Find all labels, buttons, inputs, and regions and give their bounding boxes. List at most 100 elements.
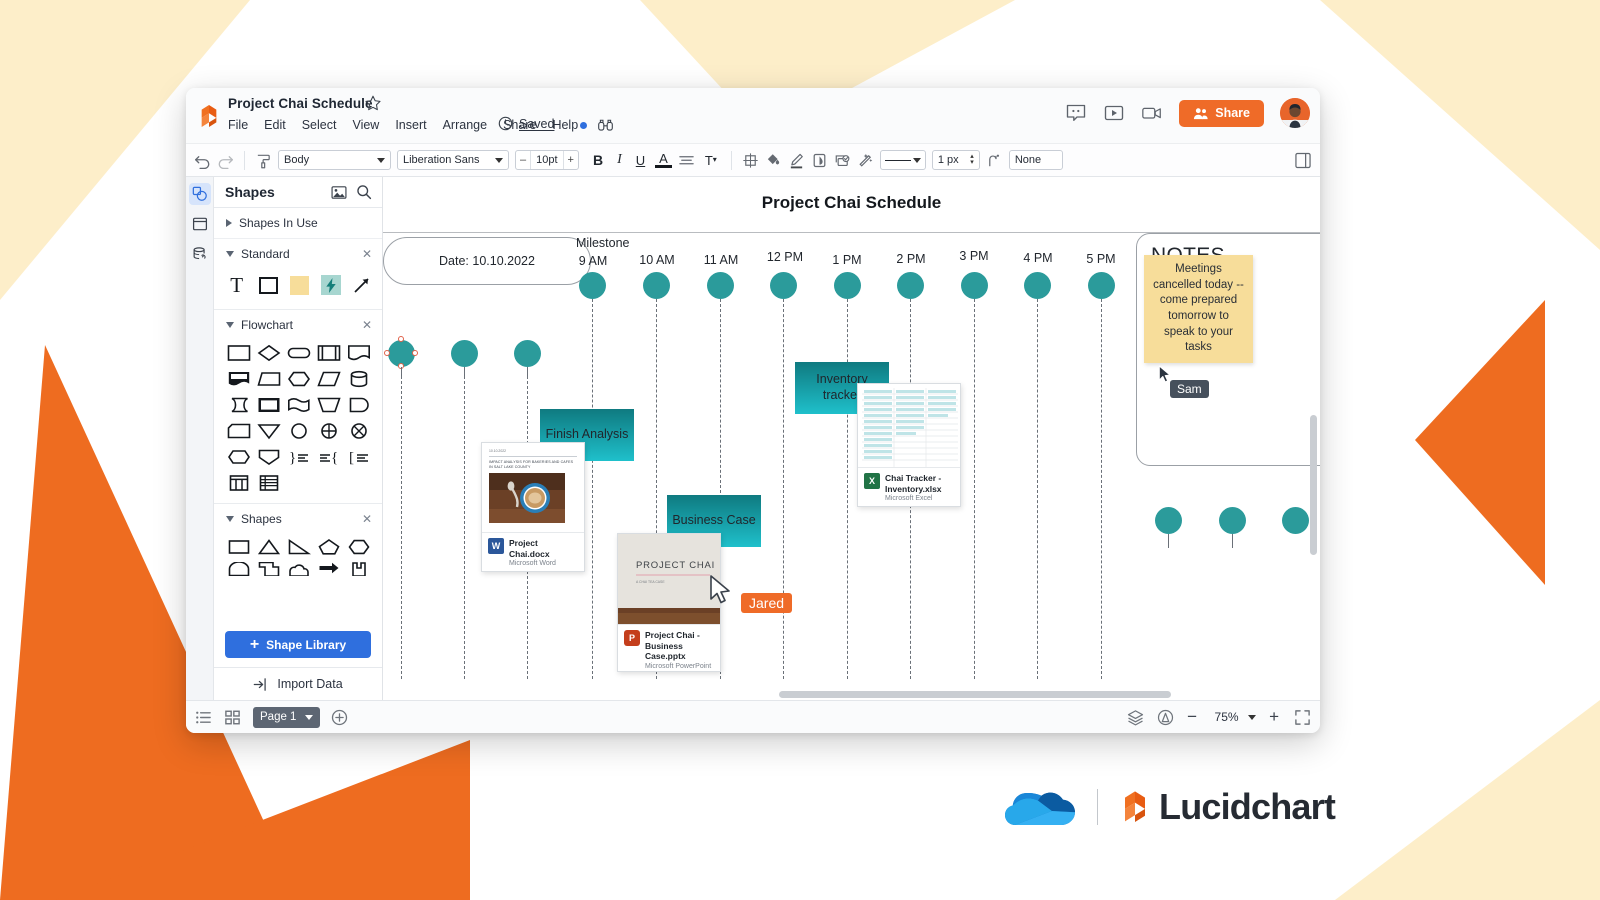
flowchart-brace-right-shape[interactable]: } [285,446,313,468]
basic-cross-shape[interactable] [255,562,283,576]
font-size-value[interactable]: 10pt [531,154,562,166]
flowchart-decision-shape[interactable] [255,342,283,364]
zoom-level[interactable]: 75% [1210,710,1243,724]
arrow-end-select[interactable]: None [1008,150,1063,170]
basic-pentagon-shape[interactable] [315,536,343,558]
text-options-button[interactable]: T▾ [701,153,721,168]
shape-sticky-note[interactable] [289,273,310,297]
menu-edit[interactable]: Edit [264,116,294,134]
shapes-panel-scroll[interactable]: Shapes In Use Standard ✕ T Flowchart ✕}… [214,208,382,624]
image-icon[interactable] [331,185,347,200]
shapes-rail-button[interactable] [188,183,211,205]
flowchart-parallelogram-shape[interactable] [315,368,343,390]
format-painter-icon[interactable] [255,152,272,169]
share-button[interactable]: Share [1179,99,1264,127]
flowchart-bracket-shape[interactable]: [ [345,446,373,468]
section-shapes-in-use[interactable]: Shapes In Use [214,208,382,239]
flowchart-summing-junction-shape[interactable] [315,420,343,442]
basic-hexagon-shape[interactable] [345,536,373,558]
timeline-node-10am[interactable] [643,272,670,299]
flowchart-wave-shape[interactable] [285,394,313,416]
right-panel-icon[interactable] [1295,152,1311,169]
menu-file[interactable]: File [228,116,256,134]
zoom-in-button[interactable]: + [1269,707,1279,727]
flowchart-internal-storage-shape[interactable] [255,394,283,416]
file-card-project-chai-docx[interactable]: 10.10.2022 IMPACT ANALYSIS FOR BAKERIES … [481,442,585,572]
close-section-icon[interactable]: ✕ [362,319,372,331]
timeline-node-lower-2[interactable] [1219,507,1246,534]
diagram-title[interactable]: Project Chai Schedule [383,193,1320,213]
date-pill[interactable]: Date: 10.10.2022 [383,237,591,285]
fullscreen-icon[interactable] [1294,709,1311,726]
font-size-decrease[interactable]: – [516,154,530,166]
templates-rail-button[interactable] [189,213,211,235]
search-icon[interactable] [356,184,372,200]
timeline-node-3pm[interactable] [961,272,988,299]
timeline-node-5pm[interactable] [1088,272,1115,299]
flowchart-document-shape[interactable] [345,342,373,364]
text-color-button[interactable]: A [655,152,672,168]
magic-wand-icon[interactable] [857,152,874,169]
page-tab[interactable]: Page 1 [253,706,321,728]
layers-icon[interactable] [1127,709,1144,726]
flowchart-process-shape[interactable] [225,342,253,364]
section-standard[interactable]: Standard ✕ [214,239,382,263]
bold-button[interactable]: B [589,152,607,168]
shape-text[interactable]: T [226,273,247,297]
basic-notched-shape[interactable] [345,562,373,576]
timeline-node-row2-2[interactable] [451,340,478,367]
user-avatar[interactable] [1280,98,1310,128]
shape-rectangle[interactable] [257,273,278,297]
resize-handle-top[interactable] [398,336,404,342]
import-data-button[interactable]: Import Data [214,667,382,700]
flowchart-predefined-process-shape[interactable] [315,342,343,364]
outline-list-icon[interactable] [195,709,212,726]
underline-button[interactable]: U [632,153,649,168]
zoom-dropdown-icon[interactable] [1248,714,1257,720]
timeline-node-4pm[interactable] [1024,272,1051,299]
binoculars-icon[interactable] [597,118,614,132]
flowchart-delay-shape[interactable] [345,394,373,416]
flowchart-or-shape[interactable] [345,420,373,442]
flowchart-extract-shape[interactable] [255,446,283,468]
chevron-down-icon[interactable] [305,714,314,720]
basic-cloud-shape[interactable] [285,562,313,576]
shadow-icon[interactable] [811,152,828,169]
font-size-increase[interactable]: + [564,154,578,166]
canvas-area[interactable]: Project Chai Schedule Date: 10.10.2022 M… [383,177,1320,700]
close-section-icon[interactable]: ✕ [362,248,372,260]
undo-icon[interactable] [194,152,211,169]
flowchart-document-filled-shape[interactable] [225,368,253,390]
basic-right-triangle-shape[interactable] [285,536,313,558]
flowchart-manual-operation-shape[interactable] [315,394,343,416]
section-shapes[interactable]: Shapes ✕ [214,504,382,527]
flowchart-stored-data-shape[interactable] [225,394,253,416]
fill-bucket-icon[interactable] [765,152,782,169]
line-jump-icon[interactable] [986,152,1003,169]
flowchart-circle-shape[interactable] [285,420,313,442]
document-title[interactable]: Project Chai Schedule [228,96,373,111]
timeline-node-lower-1[interactable] [1155,507,1182,534]
italic-button[interactable]: I [613,152,626,168]
close-section-icon[interactable]: ✕ [362,513,372,525]
basic-arch-shape[interactable] [225,562,253,576]
font-size-stepper[interactable]: – 10pt + [515,150,579,170]
flowchart-preparation-shape[interactable] [225,446,253,468]
timeline-node-2pm[interactable] [897,272,924,299]
frame-icon[interactable] [742,152,759,169]
sticky-note[interactable]: Meetings cancelled today -- come prepare… [1144,255,1253,363]
text-style-select[interactable]: Body [278,150,391,170]
shape-arrow-line[interactable] [352,273,373,297]
flowchart-terminator-shape[interactable] [285,342,313,364]
resize-handle-left[interactable] [384,350,390,356]
timeline-node-row2-3[interactable] [514,340,541,367]
grid-view-icon[interactable] [224,709,241,726]
data-rail-button[interactable] [189,243,211,265]
line-color-icon[interactable] [788,152,805,169]
diagram-canvas[interactable]: Project Chai Schedule Date: 10.10.2022 M… [383,177,1320,700]
flowchart-columns-shape[interactable] [225,472,253,494]
menu-insert[interactable]: Insert [395,116,434,134]
redo-icon[interactable] [217,152,234,169]
resize-handle-right[interactable] [412,350,418,356]
shape-library-button[interactable]: + Shape Library [225,631,371,658]
